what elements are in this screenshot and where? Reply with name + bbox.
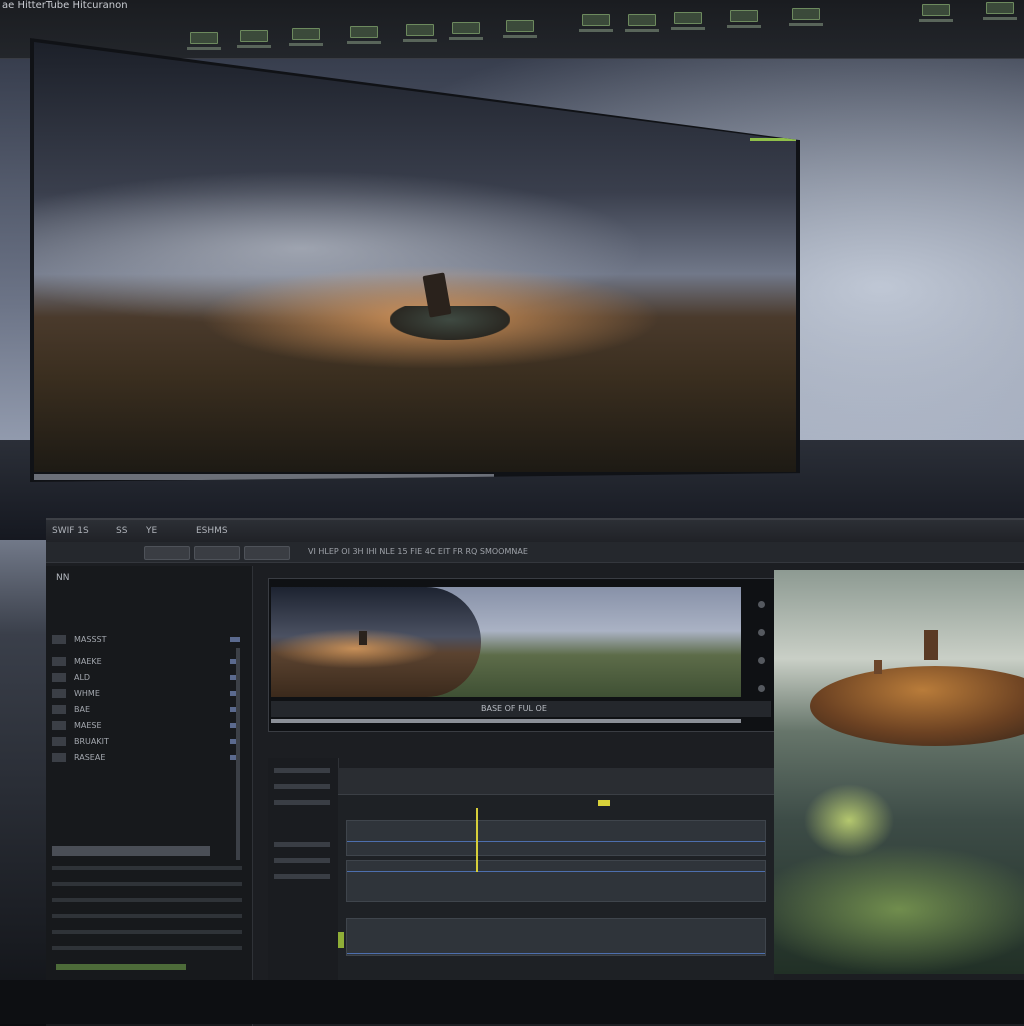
clip-thumbnail bbox=[52, 753, 66, 762]
control-dot-icon[interactable] bbox=[758, 629, 765, 636]
detail-row bbox=[52, 914, 242, 918]
list-item[interactable]: MAESE bbox=[52, 718, 246, 733]
inspector-row[interactable] bbox=[274, 768, 330, 773]
inspector-row[interactable] bbox=[274, 800, 330, 805]
selected-row-highlight[interactable] bbox=[52, 846, 210, 856]
clip-thumbnail bbox=[52, 705, 66, 714]
list-item-label: MASSST bbox=[74, 635, 107, 644]
clip-meter bbox=[230, 637, 240, 642]
video-track[interactable] bbox=[346, 820, 766, 856]
clip-thumbnail bbox=[52, 737, 66, 746]
viewer-image bbox=[271, 587, 741, 697]
monolith bbox=[924, 630, 938, 660]
top-tool-strip bbox=[180, 2, 1020, 50]
track-waveform bbox=[347, 953, 765, 954]
detail-row bbox=[52, 882, 242, 886]
clip-icon[interactable] bbox=[727, 10, 761, 28]
track-enable-toggle[interactable] bbox=[338, 932, 344, 948]
toolbar-readout: VI HLEP OI 3H IHI NLE 15 FIE 4C EIT FR R… bbox=[308, 547, 528, 556]
inspector-row[interactable] bbox=[274, 858, 330, 863]
list-item-label: MAEKE bbox=[74, 657, 102, 666]
list-item[interactable]: BRUAKIT bbox=[52, 734, 246, 749]
clip-icon[interactable] bbox=[403, 24, 437, 42]
clip-thumbnail bbox=[52, 689, 66, 698]
clip-icon[interactable] bbox=[671, 12, 705, 30]
video-track[interactable] bbox=[346, 860, 766, 902]
browser-title: NN bbox=[56, 573, 70, 583]
inspector-row[interactable] bbox=[274, 874, 330, 879]
toolbar-button[interactable] bbox=[194, 546, 240, 560]
app-title: ae HitterTube Hitcuranon bbox=[2, 0, 128, 11]
clip-thumbnail bbox=[52, 635, 66, 644]
detail-row bbox=[52, 946, 242, 950]
viewer-timecode: BASE OF FUL OE bbox=[481, 704, 547, 713]
inspector-row[interactable] bbox=[274, 842, 330, 847]
clip-icon[interactable] bbox=[449, 22, 483, 40]
clip-thumbnail bbox=[52, 721, 66, 730]
viewer-overlay bbox=[271, 587, 481, 697]
control-dot-icon[interactable] bbox=[758, 685, 765, 692]
top-toolbar: ae HitterTube Hitcuranon bbox=[0, 0, 1024, 59]
rock bbox=[874, 660, 882, 674]
detail-row bbox=[52, 866, 242, 870]
editor-toolbar: VI HLEP OI 3H IHI NLE 15 FIE 4C EIT FR R… bbox=[46, 542, 1024, 563]
clip-thumbnail bbox=[52, 673, 66, 682]
media-browser: NN MASSST MAEKE ALD WHME BAE MAESE BRUAK… bbox=[46, 566, 253, 1026]
toolbar-button[interactable] bbox=[144, 546, 190, 560]
clip-icon[interactable] bbox=[789, 8, 823, 26]
timeline-marker[interactable] bbox=[598, 800, 610, 806]
detail-row bbox=[52, 930, 242, 934]
detail-row bbox=[52, 898, 242, 902]
list-item-label: MAESE bbox=[74, 721, 102, 730]
clip-icon[interactable] bbox=[579, 14, 613, 32]
control-dot-icon[interactable] bbox=[758, 601, 765, 608]
source-viewer: BASE OF FUL OE bbox=[268, 578, 776, 732]
list-item[interactable]: RASEAE bbox=[52, 750, 246, 765]
list-item-label: BAE bbox=[74, 705, 91, 714]
list-item[interactable]: WHME bbox=[52, 686, 246, 701]
menu-item[interactable]: YE bbox=[146, 520, 157, 542]
list-item[interactable]: MASSST bbox=[52, 632, 246, 647]
list-item-label: ALD bbox=[74, 673, 91, 682]
inspector-row[interactable] bbox=[274, 784, 330, 789]
menu-item[interactable]: SWIF 1S bbox=[52, 520, 89, 542]
clip-icon[interactable] bbox=[289, 28, 323, 46]
menu-item[interactable]: ESHMS bbox=[196, 520, 228, 542]
browser-scrollbar[interactable] bbox=[236, 648, 240, 860]
clip-icon[interactable] bbox=[503, 20, 537, 38]
inspector-panel bbox=[268, 758, 339, 1018]
list-item[interactable]: BAE bbox=[52, 702, 246, 717]
floating-island-image bbox=[774, 570, 1024, 974]
timeline bbox=[338, 768, 774, 1016]
list-item-label: RASEAE bbox=[74, 753, 106, 762]
monolith bbox=[359, 631, 367, 645]
audio-track[interactable] bbox=[346, 918, 766, 956]
clip-icon[interactable] bbox=[983, 2, 1017, 20]
viewer-scrubber[interactable] bbox=[271, 719, 741, 723]
clip-icon[interactable] bbox=[347, 26, 381, 44]
desk-edge bbox=[0, 980, 1024, 1024]
list-item[interactable]: MAEKE bbox=[52, 654, 246, 669]
viewer-side-controls bbox=[753, 587, 771, 705]
editor-menubar: SWIF 1S SS YE ESHMS bbox=[46, 520, 1024, 542]
active-bin-indicator bbox=[56, 964, 186, 970]
clip-thumbnail bbox=[52, 657, 66, 666]
clip-icon[interactable] bbox=[919, 4, 953, 22]
playhead[interactable] bbox=[476, 808, 478, 872]
control-dot-icon[interactable] bbox=[758, 657, 765, 664]
clip-icon[interactable] bbox=[625, 14, 659, 32]
list-item[interactable]: ALD bbox=[52, 670, 246, 685]
viewer-transport: BASE OF FUL OE bbox=[271, 701, 771, 717]
track-waveform bbox=[347, 841, 765, 842]
list-item-label: WHME bbox=[74, 689, 100, 698]
clip-icon[interactable] bbox=[237, 30, 271, 48]
track-waveform bbox=[347, 871, 765, 872]
timeline-ruler[interactable] bbox=[338, 768, 774, 795]
menu-item[interactable]: SS bbox=[116, 520, 127, 542]
toolbar-button[interactable] bbox=[244, 546, 290, 560]
island bbox=[810, 666, 1024, 746]
list-item-label: BRUAKIT bbox=[74, 737, 109, 746]
clip-icon[interactable] bbox=[187, 32, 221, 50]
